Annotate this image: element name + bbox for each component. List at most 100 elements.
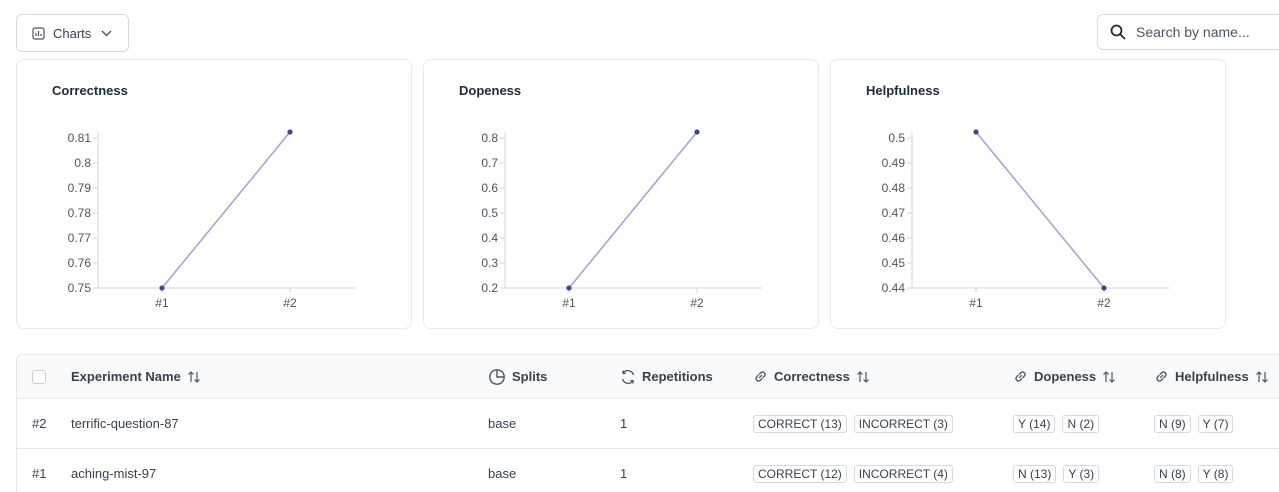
header-label: Correctness	[774, 369, 850, 384]
header-label: Repetitions	[642, 369, 713, 384]
feedback-badge[interactable]: N (2)	[1062, 414, 1100, 433]
chart-card-correctness: Correctness 0.81 0.8 0.79 0.78 0.77 0.76 0.75 #…	[16, 59, 412, 329]
header-dopeness[interactable]: Dopeness	[1013, 355, 1116, 398]
select-all-checkbox[interactable]	[32, 369, 46, 384]
table-row[interactable]: #2 terrific-question-87 base 1 CORRECT (…	[17, 399, 1279, 449]
helpfulness-feedback: N (9) Y (7)	[1154, 399, 1240, 448]
header-label: Helpfulness	[1175, 369, 1249, 384]
line-chart: 0.5 0.49 0.48 0.47 0.46 0.45 0.44 #1 #2	[882, 129, 1169, 310]
y-tick-label: 0.5	[481, 206, 498, 220]
dopeness-feedback: N (13) Y (3)	[1013, 449, 1106, 492]
x-tick-label: #2	[690, 296, 704, 310]
line-chart: 0.8 0.7 0.6 0.5 0.4 0.3 0.2 #1 #2	[481, 129, 762, 310]
header-helpfulness[interactable]: Helpfulness	[1154, 355, 1269, 398]
y-tick-label: 0.8	[74, 156, 91, 170]
y-tick-label: 0.77	[68, 231, 92, 245]
feedback-badge[interactable]: Y (3)	[1063, 464, 1100, 483]
feedback-badge[interactable]: CORRECT (13)	[753, 414, 847, 433]
series-line	[161, 131, 291, 289]
line-chart: 0.81 0.8 0.79 0.78 0.77 0.76 0.75 #1 #2	[68, 129, 355, 310]
data-point	[694, 129, 700, 135]
y-tick-label: 0.7	[481, 156, 498, 170]
link-icon	[753, 369, 768, 384]
repeat-icon	[620, 369, 636, 385]
header-label: Splits	[512, 369, 548, 384]
data-point	[566, 285, 572, 291]
split-value: base	[488, 416, 517, 431]
feedback-badge[interactable]: Y (14)	[1013, 414, 1056, 433]
correctness-feedback: CORRECT (13) INCORRECT (3)	[753, 399, 960, 448]
y-tick-label: 0.78	[68, 206, 92, 220]
y-tick-label: 0.44	[882, 281, 906, 295]
chart-card-helpfulness: Helpfulness 0.5 0.49 0.48 0.47 0.46 0.45 0.44 #…	[830, 59, 1226, 329]
link-icon	[1013, 369, 1028, 384]
y-tick-label: 0.76	[68, 256, 92, 270]
y-tick-label: 0.81	[68, 131, 92, 145]
y-tick-label: 0.2	[481, 281, 498, 295]
search-box	[1097, 14, 1279, 50]
table-row[interactable]: #1 aching-mist-97 base 1 CORRECT (12) IN…	[17, 449, 1279, 492]
feedback-badge[interactable]: Y (7)	[1197, 414, 1234, 433]
split-value: base	[488, 466, 517, 481]
y-tick-label: 0.46	[882, 231, 906, 245]
chevron-down-icon	[101, 30, 112, 37]
x-tick-label: #1	[969, 296, 983, 310]
y-tick-label: 0.48	[882, 181, 906, 195]
row-id: #1	[32, 466, 47, 481]
feedback-badge[interactable]: INCORRECT (4)	[853, 464, 953, 483]
y-tick-label: 0.4	[481, 231, 498, 245]
chart-icon	[32, 26, 45, 40]
y-tick-label: 0.79	[68, 181, 92, 195]
y-tick-label: 0.47	[882, 206, 906, 220]
select-all-cell	[32, 355, 46, 398]
charts-dropdown-button[interactable]: Charts	[16, 14, 129, 52]
data-point	[973, 129, 979, 135]
chart-card-dopeness: Dopeness 0.8 0.7 0.6 0.5 0.4 0.3 0.2 #1 #2	[423, 59, 819, 329]
correctness-feedback: CORRECT (12) INCORRECT (4)	[753, 449, 960, 492]
y-tick-label: 0.8	[481, 131, 498, 145]
data-point	[287, 129, 293, 135]
charts-label: Charts	[53, 25, 92, 41]
header-experiment-name[interactable]: Experiment Name	[71, 355, 201, 398]
data-point	[1101, 285, 1107, 291]
y-tick-label: 0.6	[481, 181, 498, 195]
feedback-badge[interactable]: INCORRECT (3)	[853, 414, 953, 433]
header-label: Experiment Name	[71, 369, 181, 384]
feedback-badge[interactable]: CORRECT (12)	[753, 464, 847, 483]
pie-chart-icon	[488, 368, 506, 386]
header-splits: Splits	[488, 355, 547, 398]
y-tick-label: 0.5	[888, 131, 905, 145]
x-tick-label: #1	[562, 296, 576, 310]
x-tick-label: #1	[155, 296, 169, 310]
series-line	[568, 131, 698, 289]
y-tick-label: 0.3	[481, 256, 498, 270]
y-tick-label: 0.75	[68, 281, 92, 295]
header-label: Dopeness	[1034, 369, 1097, 384]
series-line	[975, 131, 1105, 289]
y-tick-label: 0.49	[882, 156, 906, 170]
experiment-name[interactable]: terrific-question-87	[71, 399, 179, 448]
header-repetitions: Repetitions	[620, 355, 713, 398]
header-correctness[interactable]: Correctness	[753, 355, 870, 398]
link-icon	[1154, 369, 1169, 384]
sort-icon[interactable]	[856, 370, 870, 384]
sort-icon[interactable]	[1255, 370, 1269, 384]
repetitions-value: 1	[620, 466, 628, 481]
helpfulness-feedback: N (8) Y (8)	[1154, 449, 1240, 492]
search-input[interactable]	[1136, 24, 1279, 40]
feedback-badge[interactable]: N (13)	[1013, 464, 1057, 483]
data-point	[159, 285, 165, 291]
table-header: Experiment Name Splits Repetitions Corre…	[17, 355, 1279, 399]
experiment-name[interactable]: aching-mist-97	[71, 449, 156, 492]
x-tick-label: #2	[1097, 296, 1111, 310]
experiments-table: Experiment Name Splits Repetitions Corre…	[16, 354, 1279, 492]
sort-icon[interactable]	[187, 370, 201, 384]
feedback-badge[interactable]: N (8)	[1154, 464, 1191, 483]
feedback-badge[interactable]: Y (8)	[1197, 464, 1234, 483]
sort-icon[interactable]	[1102, 370, 1116, 384]
y-tick-label: 0.45	[882, 256, 906, 270]
repetitions-value: 1	[620, 416, 628, 431]
feedback-badge[interactable]: N (9)	[1154, 414, 1191, 433]
x-tick-label: #2	[283, 296, 297, 310]
dopeness-feedback: Y (14) N (2)	[1013, 399, 1106, 448]
